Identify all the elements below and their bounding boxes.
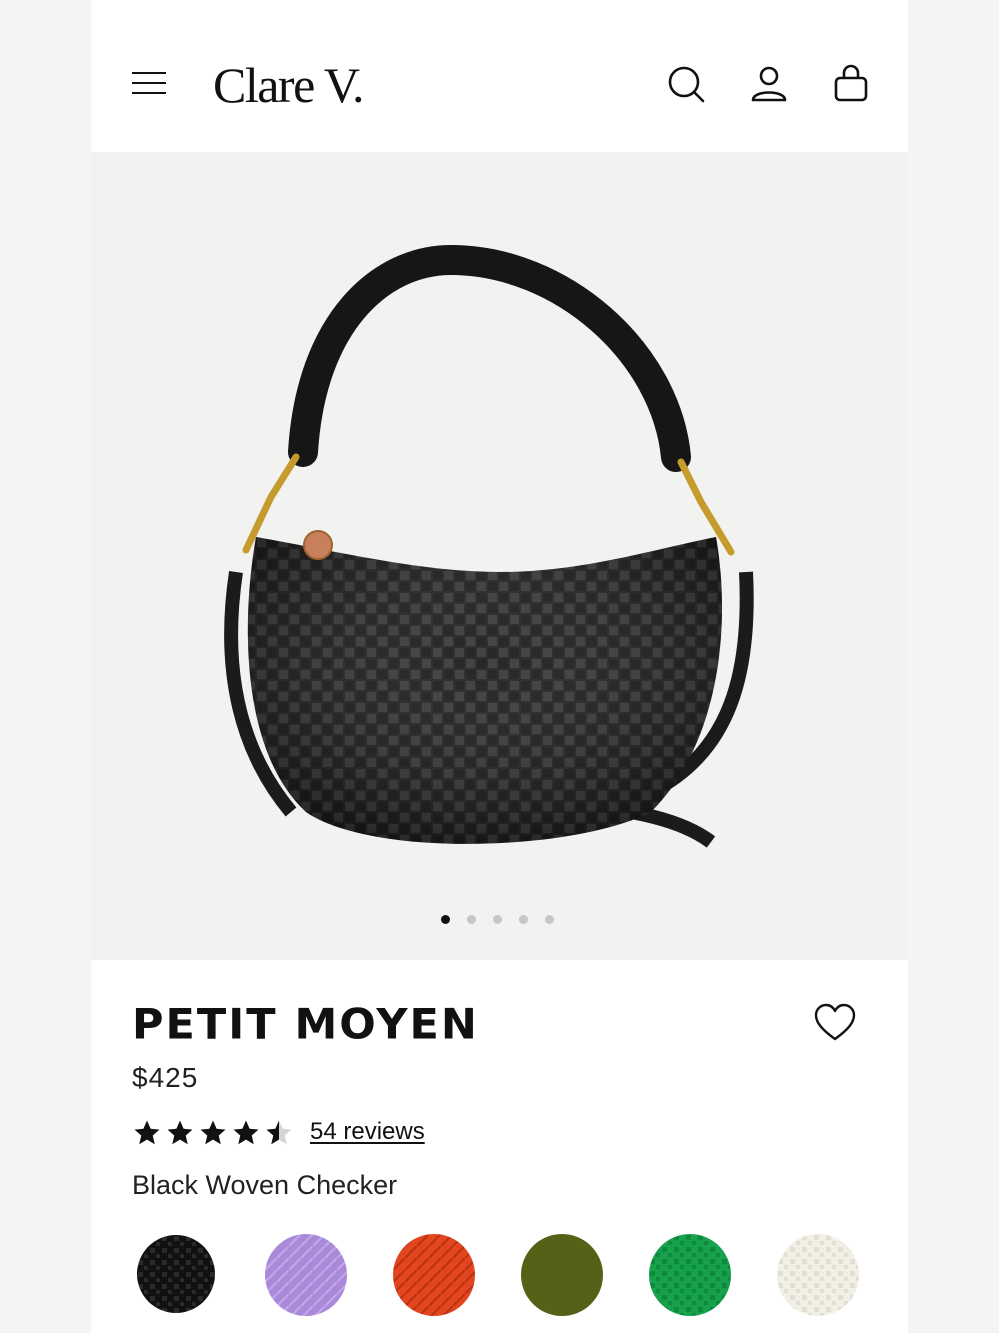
reviews-link[interactable]: 54 reviews — [310, 1118, 425, 1146]
menu-icon[interactable] — [132, 70, 166, 96]
shopping-bag-icon[interactable] — [831, 64, 871, 104]
half-star-icon — [266, 1120, 292, 1145]
product-info: PETIT MOYEN $425 54 reviews Black Woven … — [91, 960, 908, 1333]
product-page: Clare V. PETIT MOYEN $425 54 reviews Bla… — [91, 0, 908, 1333]
wishlist-heart-icon[interactable] — [813, 1002, 857, 1042]
color-swatch-orange[interactable] — [393, 1234, 475, 1316]
star-icon — [200, 1120, 226, 1145]
account-icon[interactable] — [749, 64, 789, 104]
carousel-dot[interactable] — [441, 915, 450, 924]
product-price: $425 — [132, 1062, 199, 1093]
site-header: Clare V. — [91, 0, 908, 152]
carousel-dot[interactable] — [545, 915, 554, 924]
star-rating — [132, 1118, 294, 1148]
carousel-dots — [441, 915, 554, 924]
product-image-carousel[interactable] — [91, 152, 908, 960]
search-icon[interactable] — [666, 64, 706, 104]
star-icon — [167, 1120, 193, 1145]
brand-logo[interactable]: Clare V. — [213, 56, 365, 114]
selected-color-name: Black Woven Checker — [132, 1170, 398, 1200]
star-icon — [134, 1120, 160, 1145]
carousel-dot[interactable] — [493, 915, 502, 924]
color-swatch-lavender[interactable] — [265, 1234, 347, 1316]
color-swatch-olive[interactable] — [521, 1234, 603, 1316]
product-image — [224, 244, 754, 848]
color-swatch-black[interactable] — [137, 1235, 215, 1313]
color-swatch-cream[interactable] — [777, 1234, 859, 1316]
carousel-dot[interactable] — [519, 915, 528, 924]
star-icon — [233, 1120, 259, 1145]
color-swatch-green[interactable] — [649, 1234, 731, 1316]
color-swatches — [132, 1234, 892, 1324]
carousel-dot[interactable] — [467, 915, 476, 924]
product-title: PETIT MOYEN — [132, 1000, 479, 1050]
